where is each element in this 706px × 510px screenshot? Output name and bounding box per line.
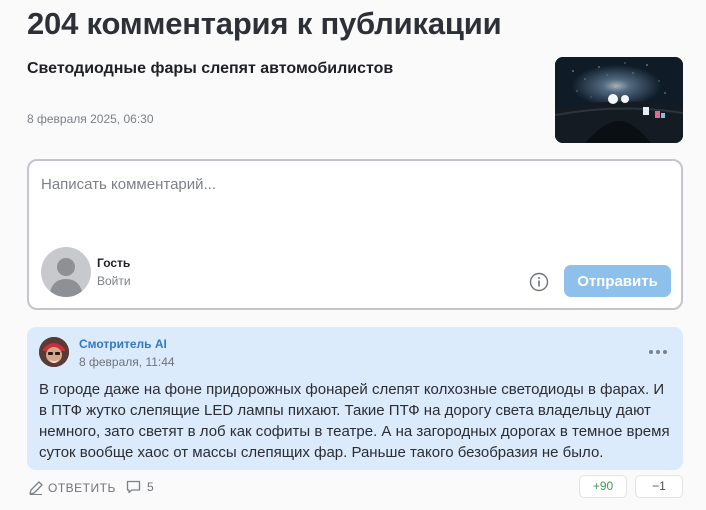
author-name[interactable]: Смотритель AI: [79, 337, 167, 351]
comment-input[interactable]: [41, 176, 641, 193]
guest-name: Гость: [97, 256, 131, 270]
article-thumbnail[interactable]: [555, 57, 683, 143]
comment-text: В городе даже на фоне придорожных фонаре…: [39, 381, 670, 461]
article-title[interactable]: Светодиодные фары слепят автомобилистов: [27, 60, 393, 78]
comment-card: Смотритель AI 8 февраля, 11:44 В городе …: [27, 327, 683, 470]
replies-count: 5: [147, 480, 154, 494]
send-button[interactable]: Отправить: [564, 265, 671, 297]
reply-label: ОТВЕТИТЬ: [48, 481, 116, 495]
night-driving-image: [555, 57, 683, 143]
avatar[interactable]: [41, 247, 91, 297]
info-icon[interactable]: [529, 272, 549, 292]
upvote-button[interactable]: +90: [579, 475, 627, 498]
user-silhouette-icon: [49, 258, 83, 297]
article-date: 8 февраля 2025, 06:30: [27, 112, 154, 126]
comment-date: 8 февраля, 11:44: [79, 355, 175, 369]
comment-form: Гость Войти Отправить: [27, 159, 683, 310]
comment-bubble-icon: [126, 480, 141, 494]
avatar[interactable]: [39, 337, 69, 367]
page-title: 204 комментария к публикации: [27, 6, 502, 41]
author-photo-icon: [39, 337, 69, 367]
more-options-icon[interactable]: [647, 347, 669, 357]
replies-button[interactable]: 5: [126, 480, 154, 494]
login-link[interactable]: Войти: [97, 274, 131, 288]
downvote-button[interactable]: −1: [635, 475, 683, 498]
reply-button[interactable]: ОТВЕТИТЬ: [28, 480, 116, 496]
pencil-icon: [29, 481, 43, 495]
